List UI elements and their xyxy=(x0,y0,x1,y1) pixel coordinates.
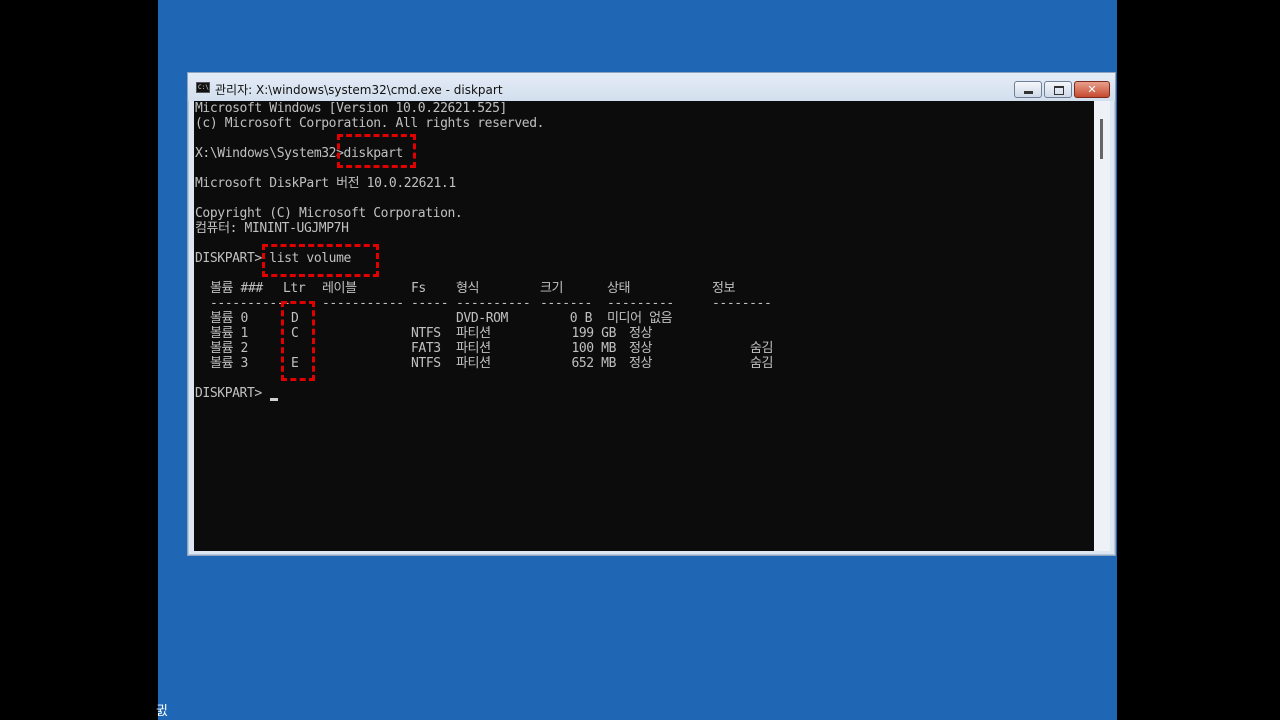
console-line-current-prompt[interactable]: DISKPART> xyxy=(195,386,269,401)
row-fs: FAT3 xyxy=(411,341,441,356)
row-fs: NTFS xyxy=(411,356,441,371)
console-line: (c) Microsoft Corporation. All rights re… xyxy=(195,116,545,131)
header-volume: 볼륨 ### xyxy=(210,281,263,296)
console-line: Microsoft Windows [Version 10.0.22621.52… xyxy=(195,101,507,116)
row-size: 199 GB xyxy=(571,326,616,341)
row-type: 파티션 xyxy=(456,341,491,356)
row-volume: 볼륨 2 xyxy=(210,341,248,356)
row-fs: NTFS xyxy=(411,326,441,341)
highlight-ltr-column xyxy=(281,301,315,381)
separator: ----- xyxy=(411,296,449,311)
separator: ---------- xyxy=(210,296,285,311)
header-info: 정보 xyxy=(712,281,736,296)
row-status: 정상 xyxy=(629,341,653,356)
header-type: 형식 xyxy=(456,281,480,296)
maximize-button[interactable] xyxy=(1044,81,1072,98)
row-info: 숨김 xyxy=(750,341,774,356)
console-line: Microsoft DiskPart 버전 10.0.22621.1 xyxy=(195,176,456,191)
row-type: 파티션 xyxy=(456,356,491,371)
cmd-window[interactable]: C:\ 관리자: X:\windows\system32\cmd.exe - d… xyxy=(187,72,1116,556)
header-size: 크기 xyxy=(540,281,564,296)
row-info: 숨김 xyxy=(750,356,774,371)
separator: ------- xyxy=(540,296,592,311)
highlight-list-volume xyxy=(262,244,379,277)
header-ltr: Ltr xyxy=(283,281,306,296)
row-volume: 볼륨 3 xyxy=(210,356,248,371)
header-label: 레이블 xyxy=(322,281,357,296)
console-line: Copyright (C) Microsoft Corporation. xyxy=(195,206,463,221)
separator: --------- xyxy=(607,296,674,311)
row-volume: 볼륨 1 xyxy=(210,326,248,341)
window-title: 관리자: X:\windows\system32\cmd.exe - diskp… xyxy=(215,83,503,97)
row-type: DVD-ROM xyxy=(456,311,508,326)
row-volume: 볼륨 0 xyxy=(210,311,248,326)
header-status: 상태 xyxy=(607,281,631,296)
vertical-scrollbar[interactable] xyxy=(1094,101,1110,551)
highlight-diskpart xyxy=(337,134,416,168)
row-status: 미디어 없음 xyxy=(607,311,673,326)
row-status: 정상 xyxy=(629,356,653,371)
console-line: 컴퓨터: MININT-UGJMP7H xyxy=(195,221,349,236)
row-size: 652 MB xyxy=(571,356,616,371)
row-size: 0 B xyxy=(569,311,593,326)
minimize-button[interactable] xyxy=(1014,81,1042,98)
close-button[interactable] xyxy=(1074,81,1110,98)
row-size: 100 MB xyxy=(571,341,616,356)
row-status: 정상 xyxy=(629,326,653,341)
title-bar[interactable]: C:\ 관리자: X:\windows\system32\cmd.exe - d… xyxy=(188,73,1115,101)
console-output[interactable]: Microsoft Windows [Version 10.0.22621.52… xyxy=(194,101,1094,551)
header-fs: Fs xyxy=(411,281,426,296)
desktop-corner-glyph: 귌 xyxy=(156,704,168,719)
separator: -------- xyxy=(712,296,772,311)
separator: ----------- xyxy=(322,296,404,311)
scrollbar-thumb[interactable] xyxy=(1100,119,1103,159)
row-type: 파티션 xyxy=(456,326,491,341)
separator: ---------- xyxy=(456,296,531,311)
text-cursor xyxy=(270,398,278,401)
cmd-icon: C:\ xyxy=(196,82,210,93)
